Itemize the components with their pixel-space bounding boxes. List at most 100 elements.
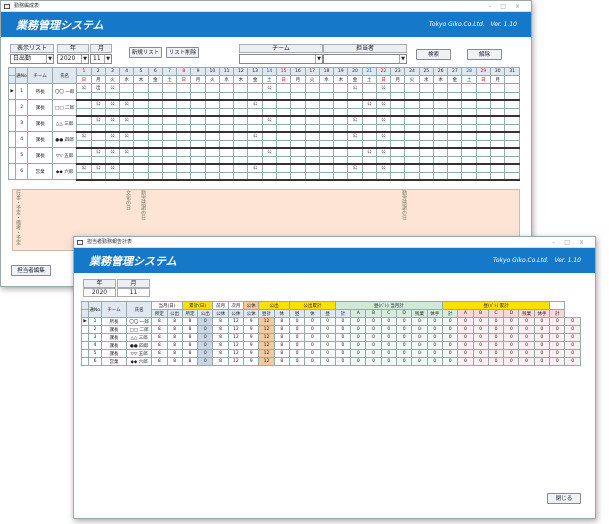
day-cell[interactable] <box>247 115 263 125</box>
day-cell[interactable] <box>318 108 335 117</box>
day-cell[interactable] <box>461 92 477 101</box>
day-cell[interactable] <box>504 163 520 173</box>
day-cell[interactable] <box>276 163 292 173</box>
day-cell[interactable] <box>233 131 249 141</box>
close-button[interactable]: 閉じる <box>547 493 581 504</box>
day-cell[interactable] <box>204 124 220 133</box>
day-cell[interactable] <box>361 83 377 93</box>
day-cell[interactable] <box>90 92 106 101</box>
day-cell[interactable] <box>276 92 292 101</box>
day-cell[interactable] <box>318 156 335 165</box>
day-cell[interactable] <box>418 115 434 125</box>
day-cell[interactable] <box>204 131 220 141</box>
day-cell[interactable] <box>247 140 263 149</box>
day-cell[interactable]: 公 <box>90 99 106 109</box>
day-cell[interactable] <box>461 131 477 141</box>
day-cell[interactable] <box>504 108 520 117</box>
day-cell[interactable] <box>333 140 349 149</box>
day-cell[interactable] <box>489 131 506 141</box>
day-cell[interactable] <box>347 92 363 101</box>
day-cell[interactable] <box>447 131 463 141</box>
day-cell[interactable] <box>461 83 477 93</box>
day-cell[interactable] <box>318 99 335 109</box>
day-cell[interactable] <box>218 108 235 117</box>
day-cell[interactable] <box>190 140 206 149</box>
day-cell[interactable] <box>475 92 492 101</box>
day-cell[interactable] <box>390 108 406 117</box>
day-cell[interactable] <box>276 99 292 109</box>
day-cell[interactable] <box>375 156 392 165</box>
day-cell[interactable]: 公 <box>104 99 121 109</box>
day-cell[interactable] <box>90 124 106 133</box>
day-cell[interactable] <box>147 83 163 93</box>
search-button[interactable]: 検索 <box>416 49 451 60</box>
day-cell[interactable]: 公 <box>90 147 106 157</box>
day-cell[interactable] <box>161 92 178 101</box>
day-cell[interactable]: 公 <box>104 115 121 125</box>
day-cell[interactable] <box>432 108 449 117</box>
day-cell[interactable] <box>418 92 434 101</box>
day-cell[interactable] <box>318 92 335 101</box>
day-cell[interactable]: 公 <box>119 147 135 157</box>
day-cell[interactable] <box>233 156 249 165</box>
day-cell[interactable] <box>233 140 249 149</box>
day-cell[interactable] <box>318 172 335 181</box>
day-cell[interactable] <box>475 99 492 109</box>
day-cell[interactable] <box>404 163 420 173</box>
day-cell[interactable] <box>204 99 220 109</box>
day-cell[interactable] <box>404 115 420 125</box>
day-cell[interactable] <box>190 124 206 133</box>
new-list-button[interactable]: 新規リスト <box>129 47 162 58</box>
day-cell[interactable] <box>204 147 220 157</box>
day-cell[interactable] <box>133 99 149 109</box>
day-cell[interactable] <box>489 83 506 93</box>
day-cell[interactable] <box>76 92 92 101</box>
day-cell[interactable] <box>390 172 406 181</box>
day-cell[interactable] <box>318 140 335 149</box>
day-cell[interactable] <box>276 115 292 125</box>
day-cell[interactable] <box>190 156 206 165</box>
day-cell[interactable] <box>176 147 192 157</box>
day-cell[interactable] <box>432 99 449 109</box>
day-cell[interactable] <box>347 124 363 133</box>
day-cell[interactable] <box>133 92 149 101</box>
day-cell[interactable] <box>247 92 263 101</box>
day-cell[interactable] <box>504 131 520 141</box>
day-cell[interactable] <box>361 108 377 117</box>
day-cell[interactable] <box>489 140 506 149</box>
day-cell[interactable] <box>247 147 263 157</box>
day-cell[interactable] <box>333 131 349 141</box>
day-cell[interactable] <box>333 163 349 173</box>
day-cell[interactable] <box>90 156 106 165</box>
day-cell[interactable] <box>161 156 178 165</box>
day-cell[interactable] <box>133 115 149 125</box>
day-cell[interactable] <box>276 140 292 149</box>
day-cell[interactable]: 公 <box>104 131 121 141</box>
day-cell[interactable]: 公 <box>119 131 135 141</box>
day-cell[interactable] <box>176 108 192 117</box>
day-cell[interactable] <box>347 108 363 117</box>
day-cell[interactable] <box>404 131 420 141</box>
day-cell[interactable] <box>104 92 121 101</box>
day-cell[interactable] <box>233 172 249 181</box>
day-cell[interactable] <box>76 108 92 117</box>
day-cell[interactable] <box>176 163 192 173</box>
person-select[interactable]: ▼ <box>323 54 407 64</box>
day-cell[interactable] <box>361 131 377 141</box>
day-cell[interactable] <box>432 172 449 181</box>
day-cell[interactable] <box>161 172 178 181</box>
day-cell[interactable] <box>190 172 206 181</box>
day-cell[interactable]: 公 <box>104 163 121 173</box>
day-cell[interactable] <box>204 92 220 101</box>
day-cell[interactable] <box>404 147 420 157</box>
day-cell[interactable] <box>447 83 463 93</box>
day-cell[interactable] <box>347 147 363 157</box>
day-cell[interactable] <box>119 140 135 149</box>
day-cell[interactable] <box>390 124 406 133</box>
day-cell[interactable] <box>361 140 377 149</box>
day-cell[interactable] <box>447 140 463 149</box>
day-cell[interactable] <box>390 140 406 149</box>
day-cell[interactable] <box>233 163 249 173</box>
day-cell[interactable] <box>333 83 349 93</box>
day-cell[interactable] <box>119 163 135 173</box>
